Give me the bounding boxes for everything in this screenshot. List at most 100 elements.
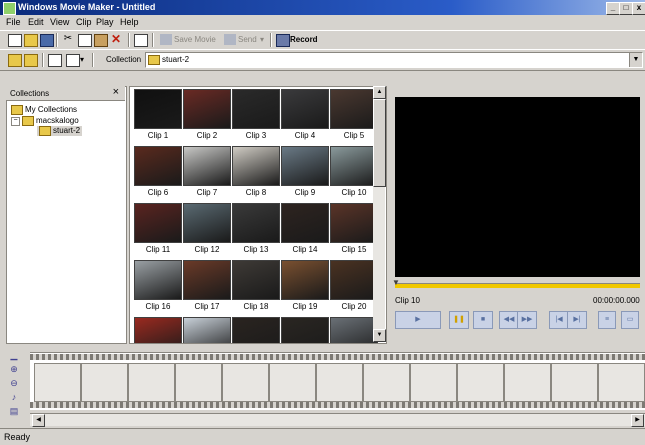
split-clip-button[interactable]: ≡: [598, 311, 616, 329]
clip-item[interactable]: Clip 12: [183, 203, 231, 257]
storyboard-cell[interactable]: [457, 363, 504, 402]
scroll-left-button[interactable]: ◀: [32, 414, 45, 427]
menu-edit[interactable]: Edit: [28, 17, 44, 27]
clip-item[interactable]: Clip 8: [232, 146, 280, 200]
new-collection-icon[interactable]: [24, 54, 38, 67]
clip-item[interactable]: Clip 7: [183, 146, 231, 200]
new-icon[interactable]: [8, 34, 22, 47]
clip-item[interactable]: Clip 10: [330, 146, 378, 200]
next-frame-button[interactable]: ▶▶: [517, 311, 537, 329]
clip-item[interactable]: Clip 1: [134, 89, 182, 143]
clip-item[interactable]: Clip 17: [183, 260, 231, 314]
collapse-toggle-icon[interactable]: −: [11, 116, 20, 126]
send-dropdown-arrow[interactable]: ▾: [260, 35, 264, 44]
storyboard-cell[interactable]: [410, 363, 457, 402]
timeline-scrollbar[interactable]: ◀ ▶: [30, 413, 645, 427]
storyboard-cell[interactable]: [175, 363, 222, 402]
record-narration-icon[interactable]: ♪: [9, 392, 19, 402]
cut-icon[interactable]: ✂: [62, 34, 74, 45]
save-movie-button[interactable]: Save Movie: [174, 35, 216, 44]
maximize-button[interactable]: □: [619, 2, 633, 15]
play-button[interactable]: ▶: [395, 311, 441, 329]
full-screen-button[interactable]: ▭: [621, 311, 639, 329]
clip-item[interactable]: Clip 6: [134, 146, 182, 200]
storyboard-cell[interactable]: [598, 363, 645, 402]
storyboard-cell[interactable]: [551, 363, 598, 402]
clip-item[interactable]: Clip 16: [134, 260, 182, 314]
clip-item[interactable]: Clip 9: [281, 146, 329, 200]
menu-clip[interactable]: Clip: [76, 17, 92, 27]
clip-item[interactable]: Clip 13: [232, 203, 280, 257]
menu-play[interactable]: Play: [96, 17, 114, 27]
up-one-level-icon[interactable]: [8, 54, 22, 67]
tree-item-macskalogo[interactable]: − macskalogo: [11, 116, 79, 126]
storyboard-cell[interactable]: [363, 363, 410, 402]
clip-item[interactable]: Clip 14: [281, 203, 329, 257]
storyboard-cell[interactable]: [128, 363, 175, 402]
clip-item[interactable]: [330, 317, 378, 343]
collections-toggle-icon[interactable]: [48, 54, 62, 67]
storyboard-cell[interactable]: [269, 363, 316, 402]
clip-item[interactable]: Clip 20: [330, 260, 378, 314]
storyboard-cell[interactable]: [34, 363, 81, 402]
clip-item[interactable]: [183, 317, 231, 343]
properties-icon[interactable]: [134, 34, 148, 47]
clip-thumbnail: [134, 89, 182, 129]
open-icon[interactable]: [24, 34, 38, 47]
minimize-button[interactable]: _: [606, 2, 620, 15]
scroll-down-button[interactable]: ▼: [373, 329, 386, 342]
clip-item[interactable]: Clip 2: [183, 89, 231, 143]
scrollbar-thumb[interactable]: [373, 99, 386, 187]
clip-item[interactable]: [134, 317, 182, 343]
seek-indicator-icon[interactable]: ▼: [392, 278, 400, 287]
film-strip-bottom: [30, 402, 645, 408]
clip-item[interactable]: Clip 3: [232, 89, 280, 143]
clip-item[interactable]: [232, 317, 280, 343]
clip-item[interactable]: Clip 11: [134, 203, 182, 257]
menu-view[interactable]: View: [50, 17, 69, 27]
views-dropdown-arrow[interactable]: ▾: [80, 55, 84, 64]
set-narration-icon[interactable]: ▁: [9, 350, 19, 360]
storyboard-cell[interactable]: [504, 363, 551, 402]
clip-item[interactable]: [281, 317, 329, 343]
zoom-out-icon[interactable]: ⊖: [9, 378, 19, 388]
toolbar-separator: [92, 53, 94, 67]
save-icon[interactable]: [40, 34, 54, 47]
pause-button[interactable]: ❚❚: [449, 311, 469, 329]
clip-item[interactable]: Clip 18: [232, 260, 280, 314]
storyboard-cell[interactable]: [316, 363, 363, 402]
storyboard-cell[interactable]: [81, 363, 128, 402]
clips-scrollbar[interactable]: ▲ ▼: [373, 86, 386, 342]
storyboard-cell[interactable]: [222, 363, 269, 402]
send-button[interactable]: Send: [238, 35, 257, 44]
close-button[interactable]: x: [632, 2, 645, 15]
paste-icon[interactable]: [94, 34, 108, 47]
record-button[interactable]: Record: [290, 35, 318, 44]
go-to-start-button[interactable]: |◀: [549, 311, 569, 329]
scroll-up-button[interactable]: ▲: [373, 86, 386, 99]
collections-pane-close-button[interactable]: ×: [113, 86, 119, 98]
clip-item[interactable]: Clip 15: [330, 203, 378, 257]
delete-icon[interactable]: ✕: [110, 33, 122, 45]
chevron-down-icon[interactable]: ▼: [629, 53, 642, 67]
menu-file[interactable]: File: [6, 17, 21, 27]
title-bar[interactable]: Windows Movie Maker - Untitled _ □ x: [0, 0, 645, 15]
menu-help[interactable]: Help: [120, 17, 139, 27]
views-icon[interactable]: [66, 54, 80, 67]
copy-icon[interactable]: [78, 34, 92, 47]
set-audio-levels-icon[interactable]: ▤: [9, 406, 19, 416]
previous-frame-button[interactable]: ◀◀: [499, 311, 519, 329]
workspace-splitter[interactable]: [0, 345, 645, 351]
clip-item[interactable]: Clip 19: [281, 260, 329, 314]
clip-label: Clip 8: [245, 188, 267, 197]
clip-item[interactable]: Clip 5: [330, 89, 378, 143]
seek-bar[interactable]: ▼: [392, 278, 640, 288]
go-to-end-button[interactable]: ▶|: [567, 311, 587, 329]
tree-item-my-collections[interactable]: My Collections: [11, 105, 77, 115]
tree-item-stuart-2[interactable]: stuart-2: [37, 126, 83, 136]
stop-button[interactable]: ■: [473, 311, 493, 329]
scroll-right-button[interactable]: ▶: [631, 414, 644, 427]
zoom-in-icon[interactable]: ⊕: [9, 364, 19, 374]
collection-dropdown[interactable]: stuart-2 ▼: [145, 52, 643, 68]
clip-item[interactable]: Clip 4: [281, 89, 329, 143]
